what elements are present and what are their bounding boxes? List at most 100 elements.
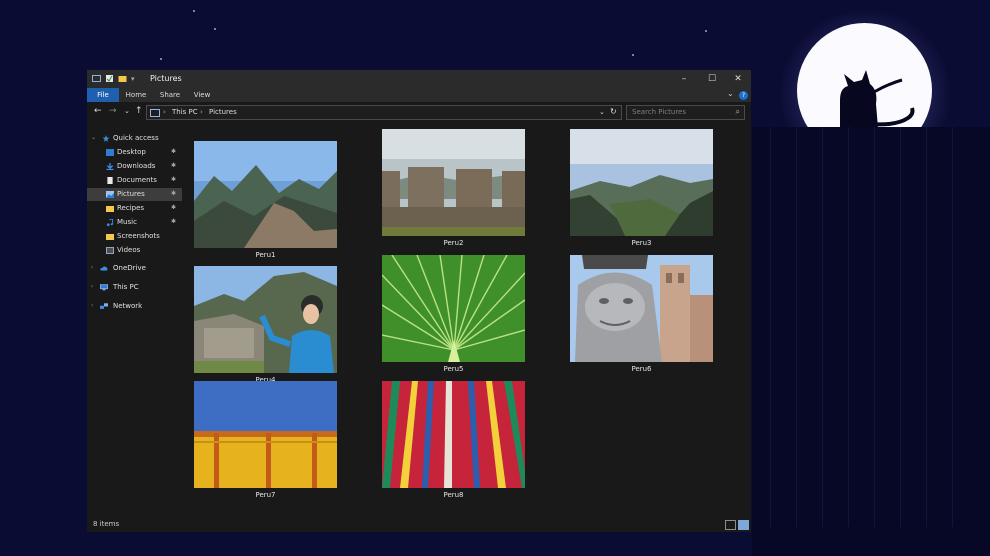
file-name[interactable]: Peru2 [382, 239, 525, 247]
statue-photo [570, 255, 713, 362]
sidebar-item-recipes[interactable]: Recipes ✱ [87, 202, 182, 215]
network-icon [100, 303, 108, 309]
address-dropdown-icon[interactable]: ⌄ [599, 108, 605, 116]
sidebar-item-pictures[interactable]: Pictures ✱ [87, 188, 182, 201]
sidebar-item-downloads[interactable]: Downloads ✱ [87, 160, 182, 173]
star [632, 54, 634, 56]
sidebar-item-network[interactable]: › Network [87, 300, 182, 313]
sidebar-item-videos[interactable]: Videos [87, 244, 182, 257]
sidebar-item-this-pc[interactable]: › This PC [87, 281, 182, 294]
file-name[interactable]: Peru3 [570, 239, 713, 247]
yellow-wall-photo [194, 381, 337, 488]
pin-icon: ✱ [171, 176, 177, 183]
stone-wall-photo [382, 129, 525, 236]
pictures-icon [106, 191, 114, 198]
file-name[interactable]: Peru7 [194, 491, 337, 499]
pin-icon: ✱ [171, 204, 177, 211]
tab-share[interactable]: Share [159, 88, 181, 102]
breadcrumb-pictures[interactable]: Pictures [209, 108, 237, 116]
recent-locations-button[interactable]: ⌄ [124, 107, 130, 115]
search-placeholder: Search Pictures [632, 108, 686, 116]
status-bar: 8 items [87, 516, 751, 532]
textile-photo [382, 381, 525, 488]
up-button[interactable]: ↑ [135, 106, 143, 116]
document-icon [107, 177, 113, 184]
close-button[interactable]: ✕ [727, 72, 749, 86]
sidebar-item-music[interactable]: Music ✱ [87, 216, 182, 229]
valley-photo [570, 129, 713, 236]
window-title: Pictures [150, 74, 182, 83]
sidebar-item-quick-access[interactable]: ⌄ Quick access [87, 132, 182, 145]
sidebar-item-screenshots[interactable]: Screenshots [87, 230, 182, 243]
fence-silhouette [752, 127, 990, 556]
breadcrumb-this-pc[interactable]: This PC [172, 108, 198, 116]
ribbon-tabs: File Home Share View ⌄ ? [87, 88, 751, 102]
sidebar-item-onedrive[interactable]: › OneDrive [87, 262, 182, 275]
sidebar-item-desktop[interactable]: Desktop ✱ [87, 146, 182, 159]
cat-silhouette [840, 70, 915, 128]
file-explorer-window: ▾ Pictures – ☐ ✕ File Home Share View ⌄ … [87, 70, 751, 532]
back-button[interactable]: ← [94, 106, 102, 116]
hiker-photo [194, 266, 337, 373]
star [193, 10, 195, 12]
file-thumbnail[interactable] [194, 141, 337, 248]
chevron-down-icon[interactable]: ⌄ [91, 134, 96, 141]
file-thumbnail[interactable] [382, 129, 525, 236]
folder-icon [106, 206, 114, 212]
file-name[interactable]: Peru5 [382, 365, 525, 373]
minimize-button[interactable]: – [673, 72, 695, 86]
file-name[interactable]: Peru6 [570, 365, 713, 373]
file-list: Peru1 Peru2 Peru3 Peru4 Peru5 Peru6 Peru… [183, 122, 751, 516]
details-view-icon[interactable] [725, 520, 736, 530]
title-bar: ▾ Pictures – ☐ ✕ [87, 70, 751, 88]
chevron-right-icon[interactable]: › [91, 283, 93, 290]
file-thumbnail[interactable] [194, 381, 337, 488]
file-thumbnail[interactable] [382, 381, 525, 488]
star [160, 58, 162, 60]
sidebar-item-label: Music [117, 218, 137, 226]
tab-file[interactable]: File [87, 88, 119, 102]
properties-icon[interactable] [105, 74, 114, 83]
star [705, 30, 707, 32]
expand-ribbon-icon[interactable]: ⌄ [727, 89, 734, 98]
sidebar-item-label: Videos [117, 246, 141, 254]
pin-icon: ✱ [171, 148, 177, 155]
tab-home[interactable]: Home [125, 88, 147, 102]
search-icon: ⌕ [735, 107, 740, 116]
quick-access-toolbar: ▾ [92, 74, 135, 83]
mountain-photo [194, 141, 337, 248]
sidebar-item-label: Network [113, 302, 143, 310]
sidebar-item-label: Desktop [117, 148, 146, 156]
chevron-right-icon[interactable]: › [91, 302, 93, 309]
pin-icon: ✱ [171, 218, 177, 225]
download-icon [106, 163, 114, 170]
breadcrumb-separator: › [200, 108, 203, 116]
sidebar-item-label: Quick access [113, 134, 159, 142]
file-name[interactable]: Peru1 [194, 251, 337, 259]
computer-icon [100, 284, 108, 291]
chevron-right-icon[interactable]: › [91, 264, 93, 271]
tab-view[interactable]: View [191, 88, 213, 102]
palm-leaf-photo [382, 255, 525, 362]
pin-icon: ✱ [171, 162, 177, 169]
address-bar[interactable]: › This PC › Pictures ⌄ ↻ [146, 105, 622, 120]
customize-toolbar-icon[interactable]: ▾ [131, 75, 135, 83]
star [214, 28, 216, 30]
file-thumbnail[interactable] [382, 255, 525, 362]
cloud-icon [100, 266, 108, 271]
file-thumbnail[interactable] [194, 266, 337, 373]
sidebar-item-label: Pictures [117, 190, 145, 198]
forward-button[interactable]: → [109, 106, 117, 116]
new-folder-icon[interactable] [118, 74, 127, 83]
pc-icon[interactable] [92, 74, 101, 83]
file-thumbnail[interactable] [570, 129, 713, 236]
help-icon[interactable]: ? [739, 91, 748, 100]
maximize-button[interactable]: ☐ [701, 72, 723, 86]
search-box[interactable]: Search Pictures ⌕ [626, 105, 745, 120]
file-name[interactable]: Peru8 [382, 491, 525, 499]
large-icons-view-icon[interactable] [738, 520, 749, 530]
breadcrumb-separator: › [163, 108, 166, 116]
refresh-icon[interactable]: ↻ [610, 107, 617, 116]
file-thumbnail[interactable] [570, 255, 713, 362]
sidebar-item-documents[interactable]: Documents ✱ [87, 174, 182, 187]
